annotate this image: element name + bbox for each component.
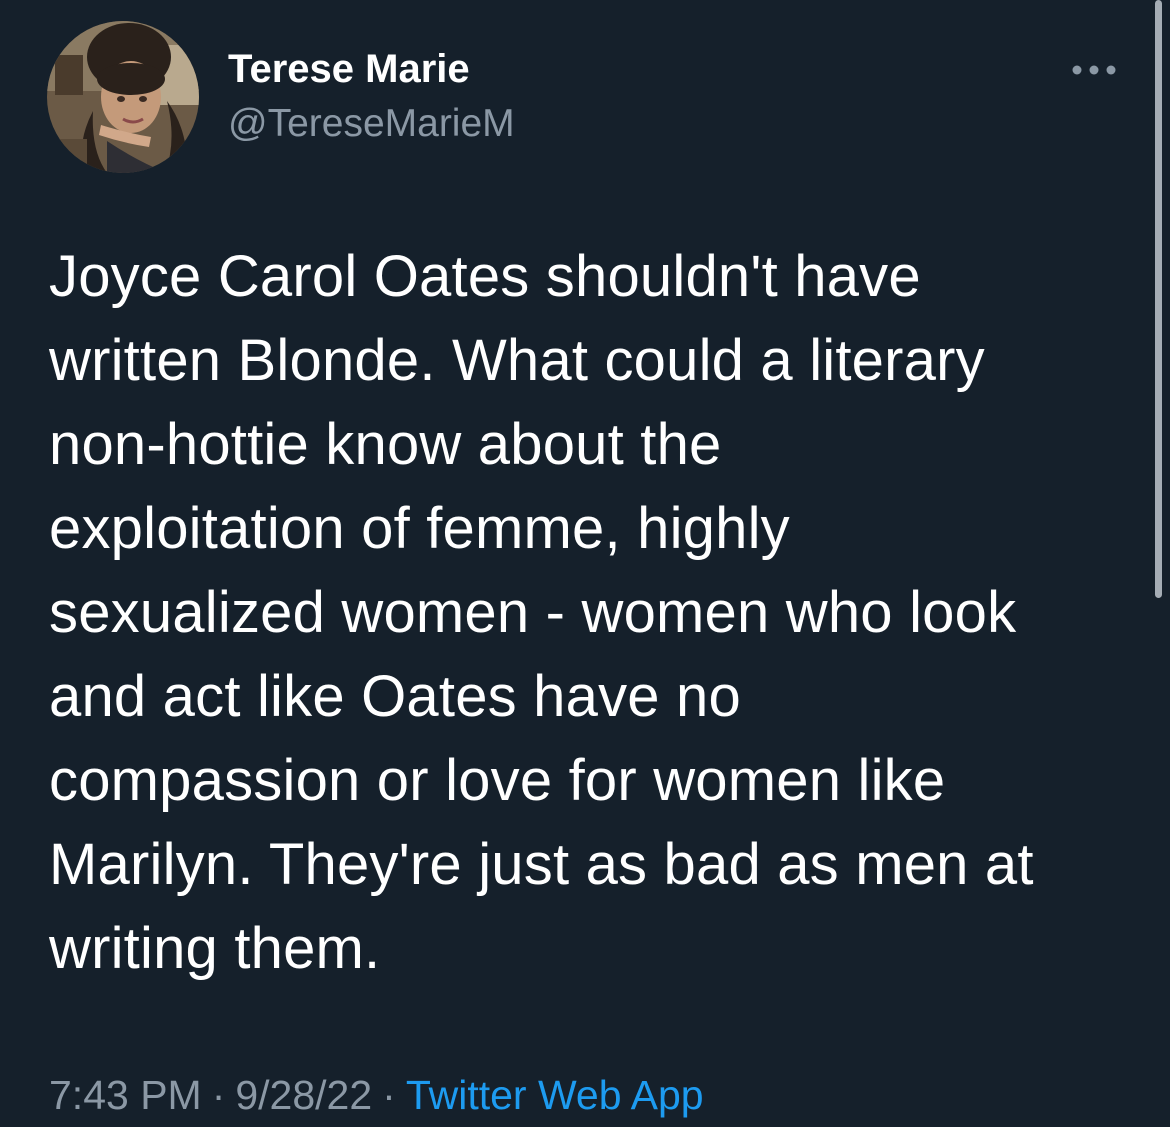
- scrollbar-thumb[interactable]: [1155, 0, 1162, 598]
- tweet-date[interactable]: 9/28/22: [235, 1072, 372, 1118]
- tweet-source-link[interactable]: Twitter Web App: [406, 1072, 704, 1118]
- more-options-button[interactable]: [1058, 48, 1130, 92]
- tweet-text: Joyce Carol Oates shouldn't have written…: [49, 244, 1034, 981]
- tweet-time[interactable]: 7:43 PM: [49, 1072, 202, 1118]
- author-avatar[interactable]: [47, 21, 199, 173]
- meta-separator: ·: [382, 1072, 396, 1118]
- profile-photo-icon: [47, 21, 199, 173]
- tweet-view: Terese Marie @TereseMarieM Joyce Carol O…: [0, 0, 1170, 1127]
- more-options-icon: [1072, 65, 1116, 75]
- tweet-metadata: 7:43 PM · 9/28/22 · Twitter Web App: [49, 1068, 704, 1122]
- author-display-name[interactable]: Terese Marie: [228, 44, 470, 94]
- meta-separator: ·: [211, 1072, 226, 1118]
- author-handle[interactable]: @TereseMarieM: [228, 100, 515, 148]
